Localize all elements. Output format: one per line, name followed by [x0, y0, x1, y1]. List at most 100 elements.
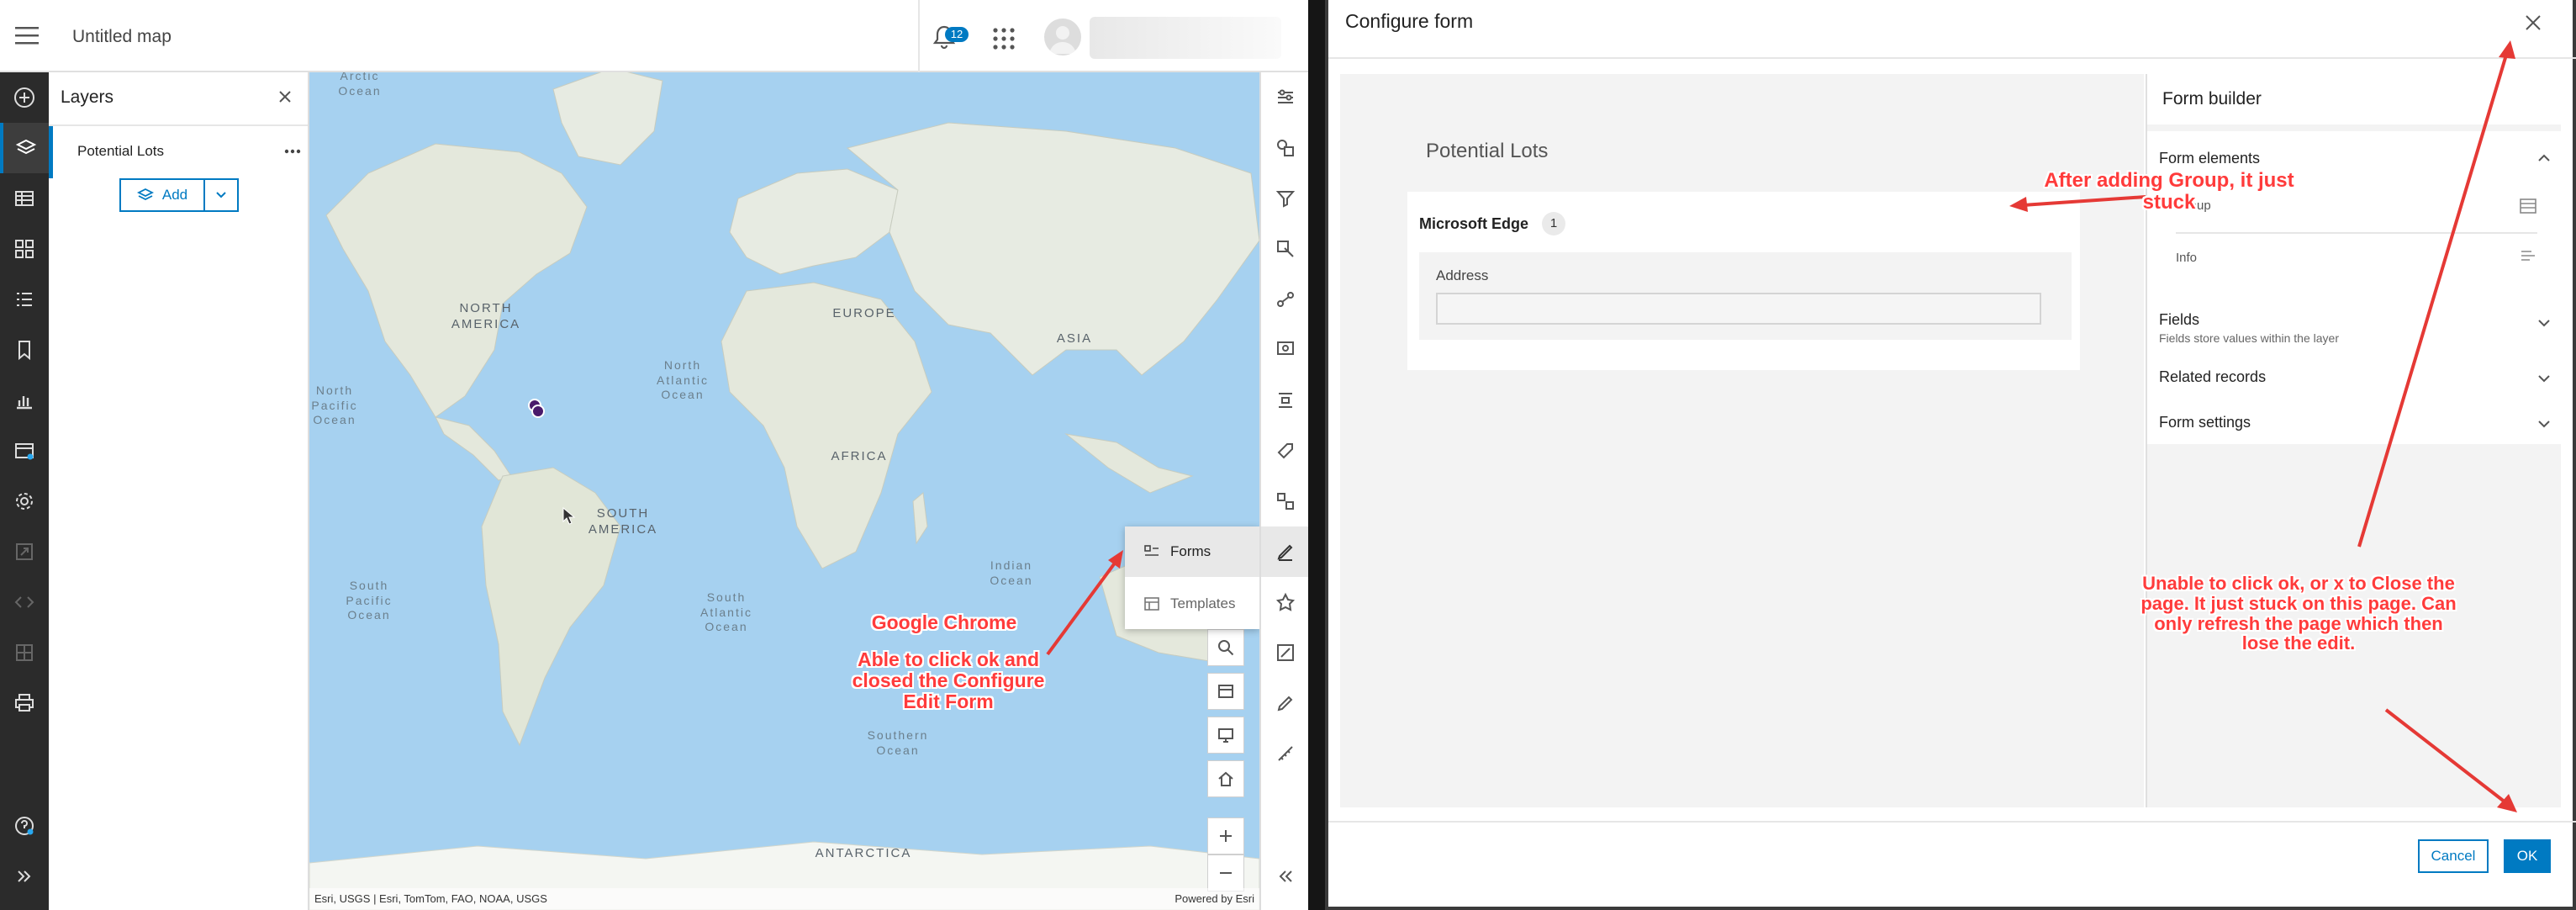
add-button-label: Add: [161, 187, 188, 203]
legend-rail-icon[interactable]: [0, 274, 49, 325]
styles-tool-icon[interactable]: [1261, 123, 1308, 173]
ocean-label: South Pacific Ocean: [346, 579, 393, 622]
group-count-badge: 1: [1542, 212, 1565, 235]
add-dropdown-toggle[interactable]: [205, 180, 237, 210]
screen-display-icon[interactable]: [1207, 717, 1244, 754]
continent-label: AFRICA: [831, 449, 888, 463]
field-card[interactable]: Address: [1419, 252, 2072, 340]
settings-rail-icon[interactable]: [0, 476, 49, 526]
element-label: Info: [2176, 251, 2198, 265]
filter-tool-icon[interactable]: [1261, 173, 1308, 224]
zoom-out-icon[interactable]: [1207, 854, 1244, 891]
nav-rail: [0, 72, 49, 910]
map-viewer-window: Untitled map 12 Layers Potential Lots Ad…: [0, 0, 1308, 910]
properties-tool-icon[interactable]: [1261, 72, 1308, 123]
ocean-label: North Pacific Ocean: [311, 384, 358, 426]
expand-rail-icon[interactable]: [0, 851, 49, 902]
field-label: Address: [1436, 267, 1489, 283]
chevron-down-icon: [2537, 318, 2551, 328]
form-group-card[interactable]: Microsoft Edge 1 Address: [1407, 192, 2080, 370]
forms-label: Forms: [1170, 543, 1211, 559]
attribution-text: Esri, USGS | Esri, TomTom, FAO, NOAA, US…: [314, 892, 547, 905]
collapse-rail-icon[interactable]: [1261, 851, 1308, 902]
ocean-label: Indian Ocean: [990, 558, 1033, 587]
templates-menu-item[interactable]: Templates: [1125, 579, 1259, 629]
annotation-stuck-note: Unable to click ok, or x to Close the pa…: [2141, 573, 2457, 654]
builder-heading: Form builder: [2162, 89, 2262, 108]
map-title[interactable]: Untitled map: [72, 27, 172, 47]
print-rail-icon[interactable]: [0, 678, 49, 728]
section-title: Form elements: [2159, 150, 2261, 167]
embed-rail-icon: [0, 577, 49, 627]
layers-panel: Layers Potential Lots Add: [49, 72, 309, 910]
chevron-down-icon: [215, 191, 227, 199]
help-rail-icon[interactable]: [0, 801, 49, 851]
group-name: Microsoft Edge: [1419, 215, 1529, 232]
basemap-rail-icon[interactable]: [0, 224, 49, 274]
chevron-down-icon: [2537, 419, 2551, 429]
divider: [918, 0, 920, 72]
tool-rail: [1259, 72, 1308, 910]
add-layer-rail-icon[interactable]: [0, 72, 49, 123]
effects-tool-icon[interactable]: [1261, 224, 1308, 274]
zoom-in-icon[interactable]: [1207, 817, 1244, 854]
edit-tool-icon[interactable]: [1261, 678, 1308, 728]
labels-tool-icon[interactable]: [1261, 426, 1308, 476]
avatar[interactable]: [1044, 19, 1081, 56]
window-gap: [1308, 0, 1325, 910]
section-title: Related records: [2159, 368, 2267, 385]
annotation-arrow: [1046, 550, 1123, 656]
annotation-group-note: After adding Group, it just stuck: [2044, 169, 2294, 214]
forms-menu-item[interactable]: Forms: [1125, 526, 1259, 577]
chevron-down-icon: [2537, 373, 2551, 384]
map-properties-rail-icon[interactable]: [0, 426, 49, 476]
annotation-arrow-to-ok: [2384, 708, 2517, 812]
layer-list-widget-icon[interactable]: [1207, 673, 1244, 710]
address-input[interactable]: [1436, 293, 2041, 325]
layers-add-icon: [136, 187, 154, 204]
forms-tool-icon[interactable]: [1261, 526, 1308, 577]
home-icon[interactable]: [1207, 760, 1244, 797]
bookmarks-rail-icon[interactable]: [0, 325, 49, 375]
ocean-label: North Atlantic Ocean: [657, 358, 709, 401]
powered-by-link[interactable]: Powered by Esri: [1175, 892, 1254, 905]
annotation-chrome-title: Google Chrome: [871, 611, 1017, 633]
fields-tool-icon[interactable]: [1261, 375, 1308, 426]
dialog-title: Configure form: [1345, 10, 1474, 32]
ocean-label: Southern Ocean: [867, 728, 929, 757]
form-icon: [1143, 543, 1160, 560]
panel-heading: Layers: [61, 87, 114, 107]
search-icon[interactable]: [1207, 629, 1244, 666]
app-launcher-icon[interactable]: [992, 27, 1016, 50]
section-subtitle: Fields store values within the layer: [2159, 331, 2339, 345]
hamburger-menu-icon[interactable]: [15, 25, 39, 45]
close-panel-icon[interactable]: [277, 89, 293, 104]
ok-button[interactable]: OK: [2504, 839, 2551, 873]
layer-name: Potential Lots: [77, 143, 165, 159]
basemap-graphic: [309, 72, 1259, 910]
popups-tool-icon[interactable]: [1261, 325, 1308, 375]
clustering-tool-icon[interactable]: [1261, 274, 1308, 325]
annotation-arrow-to-close: [2357, 40, 2515, 548]
cancel-button[interactable]: Cancel: [2418, 839, 2489, 873]
configure-tool-icon[interactable]: [1261, 577, 1308, 627]
analysis-tool-icon[interactable]: [1261, 476, 1308, 526]
section-title: Form settings: [2159, 414, 2251, 431]
charts-rail-icon[interactable]: [0, 375, 49, 426]
map-view[interactable]: Arctic Ocean North Pacific Ocean North A…: [309, 72, 1259, 910]
form-title: Potential Lots: [1426, 140, 1549, 162]
measure-tool-icon[interactable]: [1261, 728, 1308, 779]
more-options-icon[interactable]: [284, 143, 301, 160]
close-icon[interactable]: [2524, 13, 2542, 32]
edit-popover: Forms Templates: [1125, 526, 1259, 629]
ocean-label: South Atlantic Ocean: [700, 590, 752, 633]
tables-rail-icon[interactable]: [0, 173, 49, 224]
layer-list-item[interactable]: Potential Lots: [49, 126, 308, 178]
user-name-redacted: [1090, 17, 1281, 59]
continent-label: SOUTH AMERICA: [588, 506, 658, 537]
add-layer-button[interactable]: Add: [121, 180, 205, 210]
sketch-tool-icon[interactable]: [1261, 627, 1308, 678]
layers-rail-icon[interactable]: [0, 123, 49, 173]
divider: [1328, 821, 2576, 823]
templates-label: Templates: [1170, 595, 1236, 611]
